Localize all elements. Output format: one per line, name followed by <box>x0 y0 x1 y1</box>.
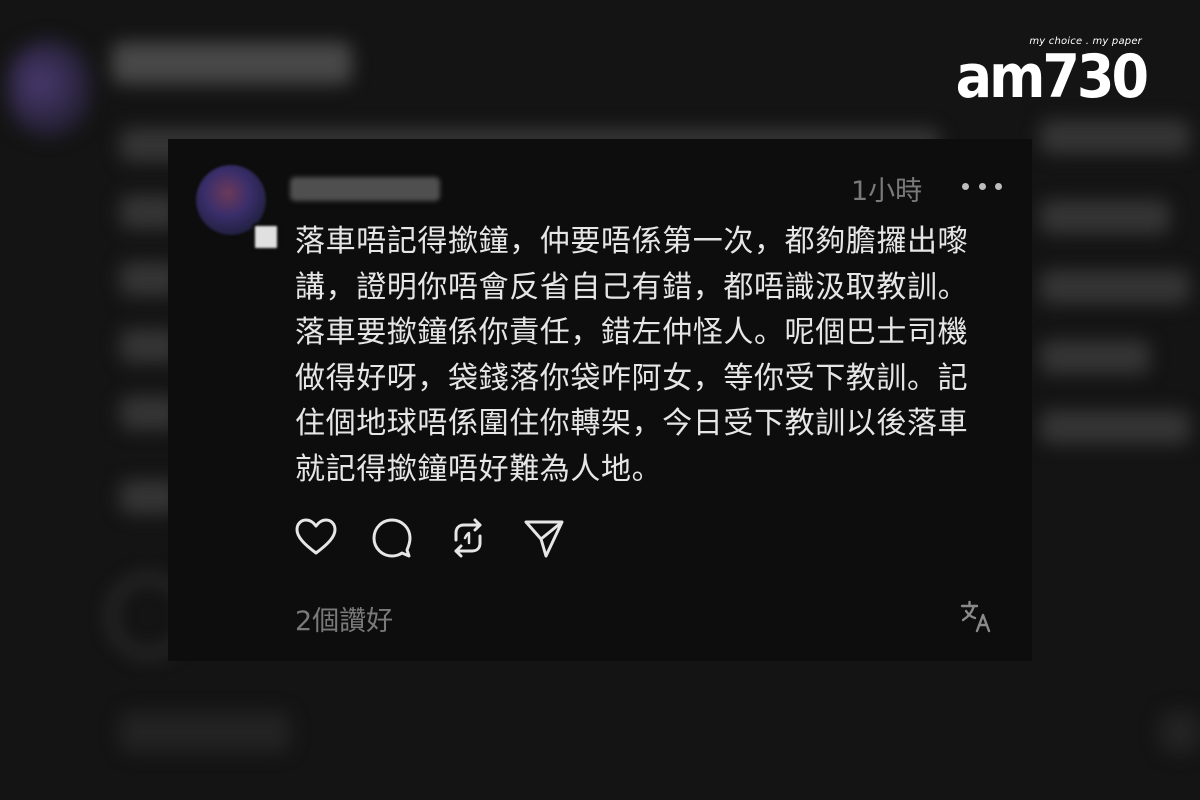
post-text-line: 講，證明你唔會反省自己有錯，都唔識汲取教訓。 <box>295 269 969 305</box>
repost-icon[interactable] <box>446 516 490 560</box>
avatar[interactable] <box>196 165 280 251</box>
post-timestamp: 1小時 <box>851 176 923 207</box>
logo-wordmark: am730 <box>955 42 1149 112</box>
post-text-line: 落車要撳鐘係你責任，錯左仲怪人。呢個巴士司機 <box>295 315 969 350</box>
background-text-line <box>1040 270 1190 304</box>
background-icon <box>1160 712 1200 752</box>
translate-icon[interactable] <box>960 599 994 633</box>
background-text-line <box>1040 410 1190 444</box>
background-text-line <box>1040 200 1170 234</box>
likes-count[interactable]: 2個讚好 <box>295 599 393 638</box>
heart-icon[interactable] <box>294 516 338 560</box>
background-text-line <box>1040 340 1150 374</box>
background-text-line <box>1040 120 1190 154</box>
avatar-badge <box>252 223 280 251</box>
background-likes <box>120 712 290 752</box>
send-icon[interactable] <box>522 516 566 560</box>
post-card: threadsuser 1小時 落車唔記得撳鐘，仲要唔係第一次，都夠膽攞出嚟 講… <box>168 139 1032 661</box>
am730-logo: my choice . my paper am730 <box>956 36 1149 116</box>
post-body: 落車唔記得撳鐘，仲要唔係第一次，都夠膽攞出嚟 講，證明你唔會反省自己有錯，都唔識… <box>295 219 995 492</box>
post-text-line: 住個地球唔係圍住你轉架，今日受下教訓以後落車 <box>295 406 969 441</box>
background-username <box>112 42 352 84</box>
post-text-line: 落車唔記得撳鐘，仲要唔係第一次，都夠膽攞出嚟 <box>295 224 969 259</box>
more-horizontal-icon[interactable] <box>962 169 1002 203</box>
post-text-line: 做得好呀，袋錢落你袋咋阿女，等你受下教訓。記 <box>295 360 969 396</box>
background-avatar <box>8 40 90 136</box>
post-text-line: 就記得撳鐘唔好難為人地。 <box>295 451 663 487</box>
username[interactable]: threadsuser <box>290 177 440 201</box>
comment-bubble-icon[interactable] <box>370 516 414 560</box>
